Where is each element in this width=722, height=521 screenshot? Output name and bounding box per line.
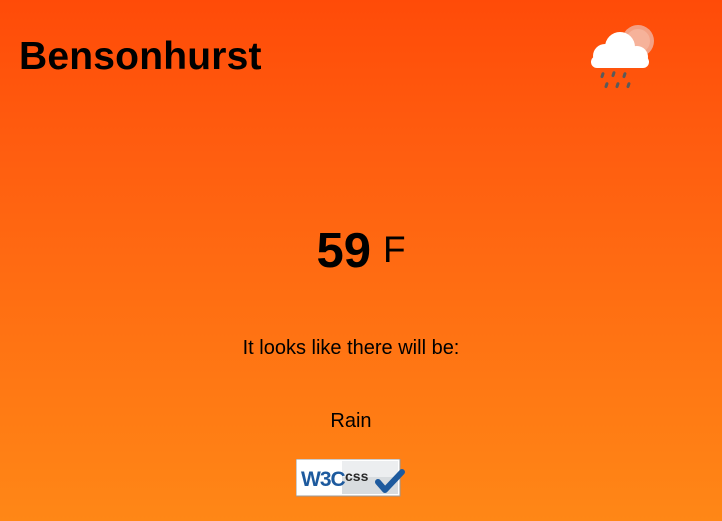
temperature-unit: F [382,229,406,270]
cloud-rain-sun-icon [591,25,654,89]
forecast-intro-text: It looks like there will be: [242,337,460,359]
css-label: css [345,468,369,484]
weather-condition: Rain [330,410,372,432]
w3c-css-badge[interactable]: W3C css [296,459,406,497]
temperature-display: 59 F [0,222,722,279]
city-name: Bensonhurst [19,35,262,78]
w3c-logo-text: W3C [301,468,346,491]
temperature-value: 59 [316,224,371,278]
